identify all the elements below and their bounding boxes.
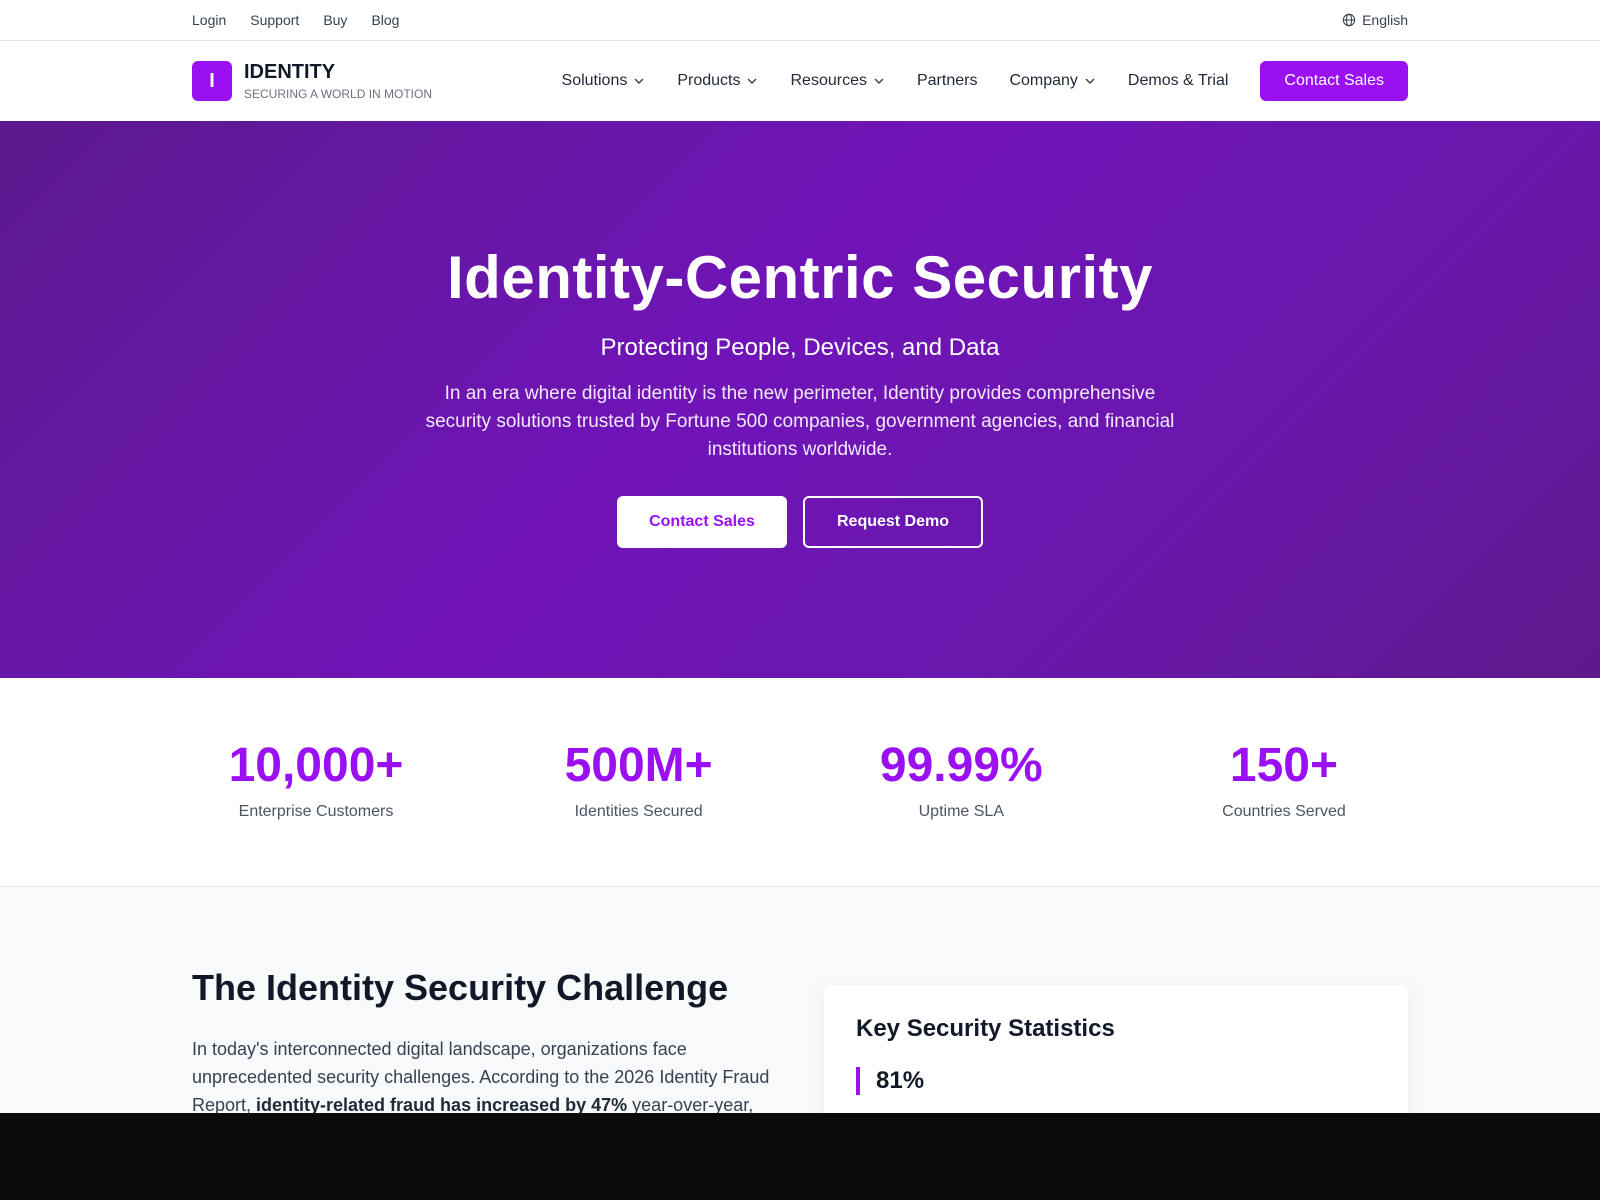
stat-item: 150+ Countries Served bbox=[1160, 738, 1408, 821]
utility-links: Login Support Buy Blog bbox=[192, 12, 399, 28]
stat-label: Countries Served bbox=[1222, 803, 1346, 820]
challenge-body-end: year-over-year, bbox=[627, 1095, 754, 1113]
nav-menu: Solutions Products Resources Partners Co… bbox=[562, 61, 1408, 101]
hero-title: Identity-Centric Security bbox=[447, 244, 1153, 311]
stats-section: 10,000+ Enterprise Customers 500M+ Ident… bbox=[0, 678, 1600, 887]
page: Login Support Buy Blog English I IDENTIT… bbox=[0, 0, 1600, 1113]
stat-label: Identities Secured bbox=[574, 803, 703, 820]
key-stat-item: 81% bbox=[856, 1067, 1376, 1095]
nav-item-label: Partners bbox=[916, 72, 978, 89]
globe-icon bbox=[1342, 13, 1356, 27]
challenge-paragraph: In today's interconnected digital landsc… bbox=[192, 1035, 782, 1113]
stat-label: Enterprise Customers bbox=[238, 803, 394, 820]
stat-item: 99.99% Uptime SLA bbox=[837, 738, 1085, 821]
nav-item-label: Demos & Trial bbox=[1127, 72, 1229, 89]
contact-sales-nav-button[interactable]: Contact Sales bbox=[1260, 61, 1408, 101]
language-label: English bbox=[1362, 12, 1408, 28]
challenge-text: The Identity Security Challenge In today… bbox=[192, 967, 782, 1113]
challenge-heading: The Identity Security Challenge bbox=[192, 967, 729, 1008]
support-link[interactable]: Support bbox=[250, 12, 299, 28]
brand-mark: I bbox=[192, 61, 232, 101]
stat-value: 500M+ bbox=[564, 739, 713, 792]
stat-item: 10,000+ Enterprise Customers bbox=[192, 738, 440, 821]
main-navigation: I IDENTITY SECURING A WORLD IN MOTION So… bbox=[0, 41, 1600, 121]
nav-item-products[interactable]: Products bbox=[677, 72, 758, 90]
nav-item-resources[interactable]: Resources bbox=[790, 72, 884, 90]
brand-name: IDENTITY bbox=[244, 61, 336, 83]
nav-item-demos-trial[interactable]: Demos & Trial bbox=[1128, 72, 1228, 90]
blog-link[interactable]: Blog bbox=[371, 12, 399, 28]
hero-subtitle: Protecting People, Devices, and Data bbox=[600, 334, 1000, 361]
nav-item-label: Resources bbox=[790, 72, 867, 89]
login-link[interactable]: Login bbox=[192, 12, 226, 28]
stat-value: 10,000+ bbox=[228, 739, 404, 792]
nav-item-company[interactable]: Company bbox=[1009, 72, 1095, 90]
nav-item-label: Company bbox=[1009, 72, 1078, 89]
contact-sales-button[interactable]: Contact Sales bbox=[617, 496, 787, 548]
hero-section: Identity-Centric Security Protecting Peo… bbox=[0, 121, 1600, 678]
chevron-down-icon bbox=[634, 78, 644, 84]
chevron-down-icon bbox=[874, 78, 884, 84]
chevron-down-icon bbox=[1085, 78, 1095, 84]
stat-value: 150+ bbox=[1229, 739, 1339, 792]
hero-description: In an era where digital identity is the … bbox=[425, 383, 1175, 460]
challenge-body-highlight: identity-related fraud has increased by … bbox=[256, 1095, 628, 1113]
stat-value: 99.99% bbox=[879, 739, 1043, 792]
nav-item-partners[interactable]: Partners bbox=[917, 72, 977, 90]
hero-buttons: Contact Sales Request Demo bbox=[617, 496, 983, 548]
challenge-section: The Identity Security Challenge In today… bbox=[0, 887, 1600, 1113]
brand-logo[interactable]: I IDENTITY SECURING A WORLD IN MOTION bbox=[192, 61, 432, 101]
utility-bar: Login Support Buy Blog English bbox=[0, 0, 1600, 41]
stat-label: Uptime SLA bbox=[918, 803, 1004, 820]
brand-tagline: SECURING A WORLD IN MOTION bbox=[244, 87, 433, 101]
key-statistics-title: Key Security Statistics bbox=[856, 1015, 1115, 1042]
nav-item-solutions[interactable]: Solutions bbox=[562, 72, 646, 90]
nav-item-label: Products bbox=[677, 72, 741, 89]
nav-item-label: Solutions bbox=[561, 72, 628, 89]
buy-link[interactable]: Buy bbox=[323, 12, 347, 28]
language-selector[interactable]: English bbox=[1342, 12, 1408, 28]
chevron-down-icon bbox=[747, 78, 757, 84]
request-demo-button[interactable]: Request Demo bbox=[803, 496, 983, 548]
key-statistics-card: Key Security Statistics 81% bbox=[824, 985, 1408, 1113]
key-stat-value: 81% bbox=[876, 1067, 925, 1094]
stat-item: 500M+ Identities Secured bbox=[515, 738, 763, 821]
